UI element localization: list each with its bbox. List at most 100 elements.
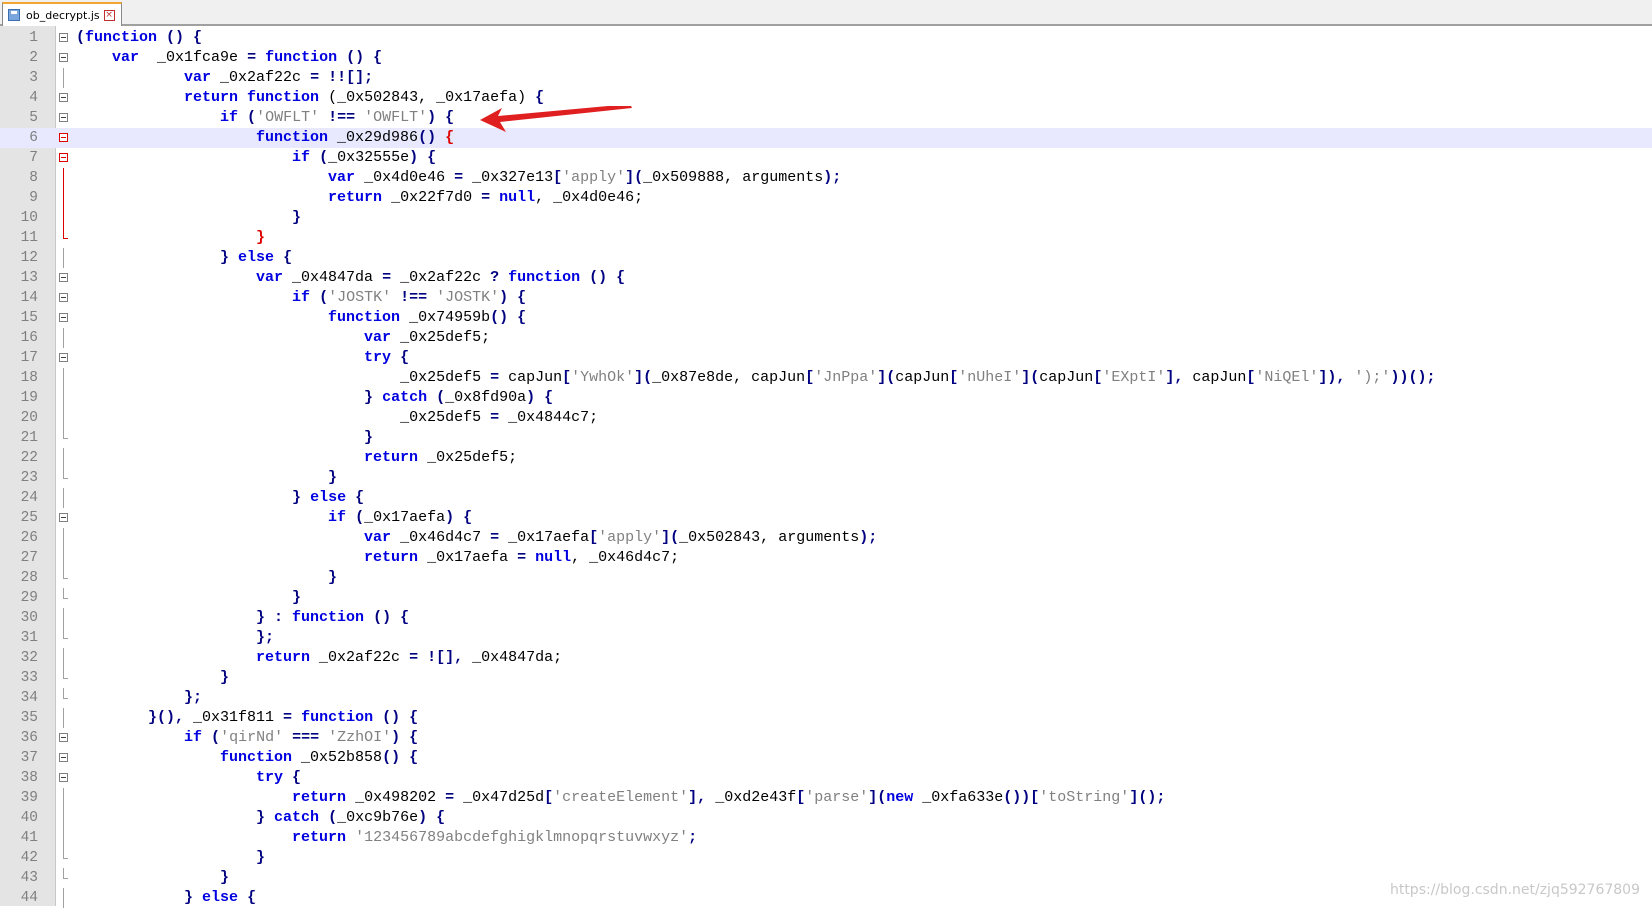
code-text[interactable]: return _0x17aefa = null, _0x46d4c7; (76, 548, 679, 568)
code-line[interactable]: 2 var _0x1fca9e = function () { (0, 48, 1652, 68)
fold-toggle-icon[interactable] (59, 753, 68, 762)
code-text[interactable]: } (76, 568, 337, 588)
fold-toggle-icon[interactable] (59, 93, 68, 102)
code-line[interactable]: 17 try { (0, 348, 1652, 368)
code-line[interactable]: 1 (function () { (0, 28, 1652, 48)
code-line[interactable]: 37 function _0x52b858() { (0, 748, 1652, 768)
code-line[interactable]: 26 var _0x46d4c7 = _0x17aefa['apply'](_0… (0, 528, 1652, 548)
file-tab[interactable]: ob_decrypt.js × (2, 2, 122, 26)
code-text[interactable]: }; (76, 688, 202, 708)
code-line[interactable]: 9 return _0x22f7d0 = null, _0x4d0e46; (0, 188, 1652, 208)
code-line[interactable]: 4 return function (_0x502843, _0x17aefa)… (0, 88, 1652, 108)
code-text[interactable]: var _0x46d4c7 = _0x17aefa['apply'](_0x50… (76, 528, 877, 548)
fold-toggle-icon[interactable] (59, 353, 68, 362)
code-text[interactable]: function _0x74959b() { (76, 308, 526, 328)
code-text[interactable]: } catch (_0xc9b76e) { (76, 808, 445, 828)
code-text[interactable]: try { (76, 348, 409, 368)
code-text[interactable]: } (76, 868, 229, 888)
code-line[interactable]: 11 } (0, 228, 1652, 248)
code-line[interactable]: 16 var _0x25def5; (0, 328, 1652, 348)
code-line[interactable]: 34 }; (0, 688, 1652, 708)
fold-toggle-icon[interactable] (59, 53, 68, 62)
code-line[interactable]: 28 } (0, 568, 1652, 588)
code-text[interactable]: } catch (_0x8fd90a) { (76, 388, 553, 408)
code-line[interactable]: 19 } catch (_0x8fd90a) { (0, 388, 1652, 408)
code-text[interactable]: if ('qirNd' === 'ZzhOI') { (76, 728, 418, 748)
code-text[interactable]: } (76, 228, 265, 248)
code-text[interactable]: } (76, 208, 301, 228)
code-text[interactable]: } else { (76, 248, 292, 268)
code-line[interactable]: 36 if ('qirNd' === 'ZzhOI') { (0, 728, 1652, 748)
code-text[interactable]: } : function () { (76, 608, 409, 628)
code-line[interactable]: 8 var _0x4d0e46 = _0x327e13['apply'](_0x… (0, 168, 1652, 188)
code-text[interactable]: return _0x22f7d0 = null, _0x4d0e46; (76, 188, 643, 208)
fold-toggle-icon[interactable] (59, 273, 68, 282)
fold-toggle-icon[interactable] (59, 733, 68, 742)
fold-toggle-icon[interactable] (59, 513, 68, 522)
code-line[interactable]: 40 } catch (_0xc9b76e) { (0, 808, 1652, 828)
code-text[interactable]: } (76, 428, 373, 448)
code-text[interactable]: }(), _0x31f811 = function () { (76, 708, 418, 728)
code-text[interactable]: (function () { (76, 28, 202, 48)
code-line[interactable]: 3 var _0x2af22c = !![]; (0, 68, 1652, 88)
code-line[interactable]: 22 return _0x25def5; (0, 448, 1652, 468)
fold-toggle-icon[interactable] (59, 153, 68, 162)
fold-toggle-icon[interactable] (59, 293, 68, 302)
code-line[interactable]: 32 return _0x2af22c = ![], _0x4847da; (0, 648, 1652, 668)
code-text[interactable]: var _0x25def5; (76, 328, 490, 348)
code-text[interactable]: function _0x29d986() { (76, 128, 454, 148)
code-text[interactable]: if ('OWFLT' !== 'OWFLT') { (76, 108, 454, 128)
code-text[interactable]: return _0x25def5; (76, 448, 517, 468)
code-line[interactable]: 24 } else { (0, 488, 1652, 508)
code-line[interactable]: 27 return _0x17aefa = null, _0x46d4c7; (0, 548, 1652, 568)
code-line[interactable]: 23 } (0, 468, 1652, 488)
fold-toggle-icon[interactable] (59, 33, 68, 42)
code-line[interactable]: 15 function _0x74959b() { (0, 308, 1652, 328)
code-text[interactable]: _0x25def5 = capJun['YwhOk'](_0x87e8de, c… (76, 368, 1435, 388)
code-line[interactable]: 25 if (_0x17aefa) { (0, 508, 1652, 528)
code-editor[interactable]: 1 (function () {2 var _0x1fca9e = functio… (0, 26, 1652, 908)
fold-toggle-icon[interactable] (59, 313, 68, 322)
code-area[interactable]: 1 (function () {2 var _0x1fca9e = functio… (0, 28, 1652, 908)
code-text[interactable]: } (76, 468, 337, 488)
fold-toggle-icon[interactable] (59, 133, 68, 142)
code-line[interactable]: 5 if ('OWFLT' !== 'OWFLT') { (0, 108, 1652, 128)
code-text[interactable]: } (76, 848, 265, 868)
code-text[interactable]: var _0x1fca9e = function () { (76, 48, 382, 68)
code-text[interactable]: if (_0x32555e) { (76, 148, 436, 168)
code-text[interactable]: try { (76, 768, 301, 788)
fold-toggle-icon[interactable] (59, 773, 68, 782)
code-text[interactable]: } else { (76, 888, 256, 908)
code-text[interactable]: return _0x2af22c = ![], _0x4847da; (76, 648, 562, 668)
code-line[interactable]: 20 _0x25def5 = _0x4844c7; (0, 408, 1652, 428)
fold-toggle-icon[interactable] (59, 113, 68, 122)
code-line[interactable]: 41 return '123456789abcdefghigklmnopqrst… (0, 828, 1652, 848)
code-text[interactable]: var _0x2af22c = !![]; (76, 68, 373, 88)
code-line[interactable]: 33 } (0, 668, 1652, 688)
code-text[interactable]: if (_0x17aefa) { (76, 508, 472, 528)
code-text[interactable]: }; (76, 628, 274, 648)
code-text[interactable]: return _0x498202 = _0x47d25d['createElem… (76, 788, 1165, 808)
code-text[interactable]: if ('JOSTK' !== 'JOSTK') { (76, 288, 526, 308)
code-line[interactable]: 13 var _0x4847da = _0x2af22c ? function … (0, 268, 1652, 288)
code-line[interactable]: 42 } (0, 848, 1652, 868)
code-text[interactable]: } else { (76, 488, 364, 508)
code-text[interactable]: } (76, 588, 301, 608)
code-text[interactable]: _0x25def5 = _0x4844c7; (76, 408, 598, 428)
code-line[interactable]: 31 }; (0, 628, 1652, 648)
code-text[interactable]: return function (_0x502843, _0x17aefa) { (76, 88, 544, 108)
code-text[interactable]: var _0x4847da = _0x2af22c ? function () … (76, 268, 625, 288)
code-line[interactable]: 38 try { (0, 768, 1652, 788)
code-line[interactable]: 7 if (_0x32555e) { (0, 148, 1652, 168)
code-line[interactable]: 14 if ('JOSTK' !== 'JOSTK') { (0, 288, 1652, 308)
code-line[interactable]: 21 } (0, 428, 1652, 448)
code-line[interactable]: 10 } (0, 208, 1652, 228)
code-line[interactable]: 12 } else { (0, 248, 1652, 268)
code-text[interactable]: return '123456789abcdefghigklmnopqrstuvw… (76, 828, 697, 848)
code-line[interactable]: 18 _0x25def5 = capJun['YwhOk'](_0x87e8de… (0, 368, 1652, 388)
close-tab-icon[interactable]: × (103, 9, 115, 21)
code-text[interactable]: } (76, 668, 229, 688)
code-line[interactable]: 30 } : function () { (0, 608, 1652, 628)
code-text[interactable]: function _0x52b858() { (76, 748, 418, 768)
code-line[interactable]: 39 return _0x498202 = _0x47d25d['createE… (0, 788, 1652, 808)
